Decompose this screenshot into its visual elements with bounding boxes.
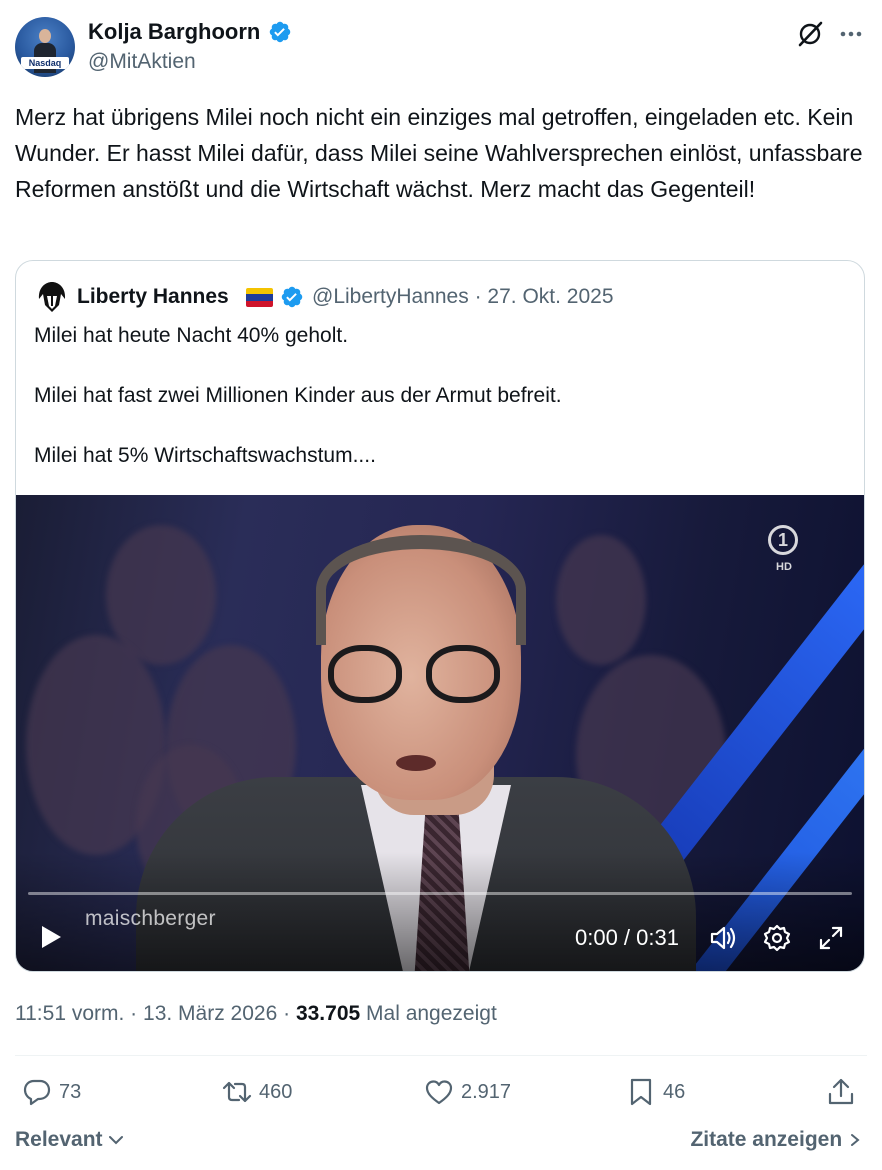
view-quotes-link[interactable]: Zitate anzeigen: [690, 1126, 862, 1154]
repost-button[interactable]: 460: [222, 1076, 292, 1108]
divider: [15, 1055, 867, 1056]
author-handle[interactable]: @MitAktien: [88, 49, 196, 75]
channel-logo: 1: [768, 525, 798, 555]
quoted-author-avatar[interactable]: [34, 279, 70, 315]
chevron-right-icon: [851, 1134, 860, 1147]
meta-dot: ·: [283, 1002, 291, 1025]
chevron-down-icon: [109, 1136, 124, 1145]
like-button[interactable]: 2.917: [424, 1076, 511, 1108]
views-count: 33.705: [295, 1002, 361, 1025]
volume-icon[interactable]: [708, 923, 738, 953]
reply-button[interactable]: 73: [22, 1076, 81, 1108]
quoted-author-name[interactable]: Liberty Hannes: [77, 284, 229, 310]
like-count: 2.917: [461, 1080, 512, 1103]
person-mouth: [396, 755, 436, 771]
video-time: 0:00 / 0:31: [575, 925, 679, 950]
person-hair: [316, 535, 526, 645]
channel-hd-label: HD: [776, 561, 792, 573]
share-icon: [828, 1078, 854, 1105]
avatar-face: [39, 29, 51, 43]
quoted-line-1: Milei hat heute Nacht 40% geholt.: [34, 324, 349, 347]
tweet-date[interactable]: 13. März 2026: [143, 1002, 277, 1025]
quoted-meta: @LibertyHannes · 27. Okt. 2025: [312, 284, 614, 310]
view-quotes-label: Zitate anzeigen: [690, 1128, 843, 1151]
reply-icon: [23, 1079, 51, 1106]
person-glasses: [328, 645, 402, 703]
tweet-text: Merz hat übrigens Milei noch nicht ein e…: [15, 104, 863, 202]
share-button[interactable]: [826, 1076, 856, 1108]
venezuela-flag-icon: [246, 288, 273, 307]
bookmark-button[interactable]: 46: [626, 1076, 685, 1108]
reply-count: 73: [59, 1080, 82, 1103]
quoted-handle[interactable]: @LibertyHannes: [312, 285, 469, 308]
play-icon[interactable]: [36, 923, 64, 951]
meta-dot: ·: [130, 1002, 138, 1025]
show-watermark: maischberger: [85, 907, 216, 930]
video-player[interactable]: 1 HD maischberger 0:00 / 0:31: [16, 495, 864, 971]
views-label: Mal angezeigt: [366, 1002, 497, 1025]
audience-blur: [556, 535, 646, 665]
verified-badge-icon: [269, 21, 291, 43]
video-progress-bar[interactable]: [28, 892, 852, 895]
bookmark-icon: [630, 1078, 652, 1106]
quoted-tweet[interactable]: Liberty Hannes @LibertyHannes · 27. Okt.…: [15, 260, 865, 972]
quoted-line-3: Milei hat 5% Wirtschaftswachstum....: [34, 444, 376, 467]
repost-icon: [222, 1081, 252, 1103]
tweet-time[interactable]: 11:51 vorm.: [15, 1002, 124, 1025]
person-glasses: [426, 645, 500, 703]
settings-icon[interactable]: [762, 923, 792, 953]
bookmark-count: 46: [663, 1080, 686, 1103]
quoted-date[interactable]: 27. Okt. 2025: [487, 285, 613, 308]
tweet-timestamp: 11:51 vorm. · 13. März 2026 · 33.705 Mal…: [15, 1000, 497, 1028]
sort-relevant-dropdown[interactable]: Relevant: [15, 1126, 124, 1154]
author-avatar[interactable]: Nasdaq: [15, 17, 75, 77]
quoted-separator: ·: [474, 285, 482, 308]
quoted-line-2: Milei hat fast zwei Millionen Kinder aus…: [34, 384, 562, 407]
fullscreen-icon[interactable]: [816, 923, 846, 953]
more-icon[interactable]: [838, 21, 864, 47]
repost-count: 460: [259, 1080, 293, 1103]
sort-label: Relevant: [15, 1128, 103, 1151]
grok-icon[interactable]: [796, 20, 824, 48]
heart-icon: [425, 1080, 453, 1105]
avatar-logo: Nasdaq: [21, 57, 69, 69]
author-name[interactable]: Kolja Barghoorn: [88, 18, 260, 46]
quoted-verified-badge-icon: [281, 286, 303, 308]
